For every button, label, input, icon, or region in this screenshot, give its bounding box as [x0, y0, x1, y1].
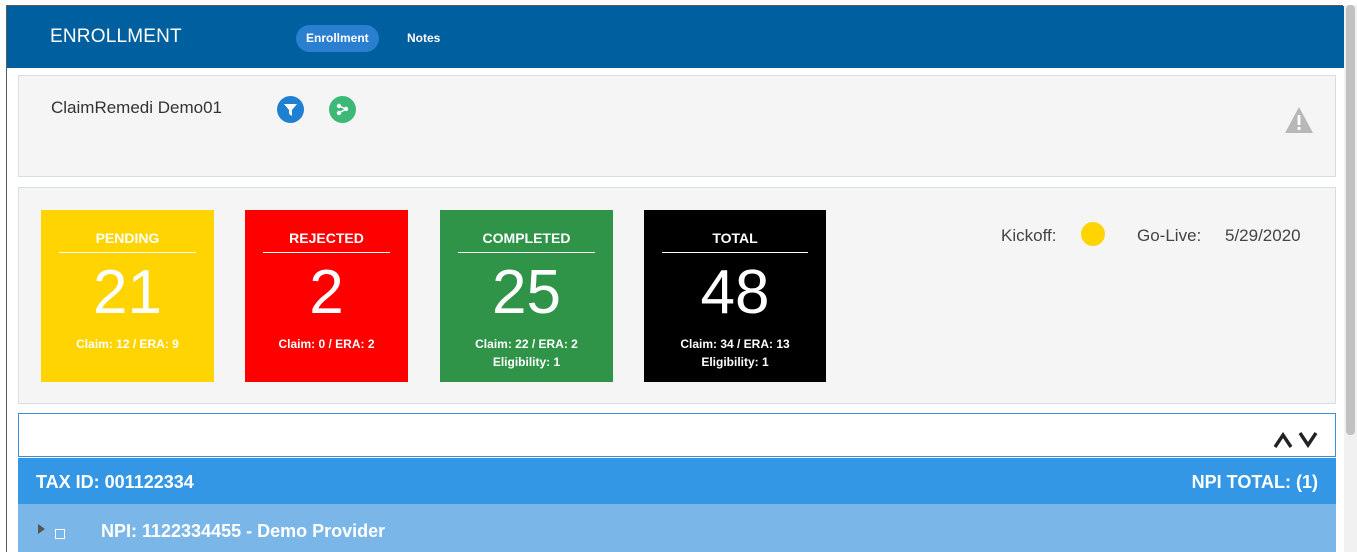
- row-checkbox[interactable]: [55, 529, 65, 539]
- card-title: COMPLETED: [458, 230, 595, 253]
- card-detail: Claim: 0 / ERA: 2: [278, 337, 375, 351]
- golive-label: Go-Live:: [1137, 226, 1202, 245]
- collapse-toolbar: [18, 413, 1336, 457]
- npi-row[interactable]: NPI: 1122334455 - Demo Provider: [18, 504, 1336, 552]
- vertical-scrollbar[interactable]: [1344, 5, 1357, 552]
- card-count: 48: [700, 258, 770, 327]
- kickoff-label: Kickoff:: [1001, 226, 1057, 245]
- pending-card[interactable]: PENDING 21 Claim: 12 / ERA: 9: [41, 210, 214, 382]
- golive-date: 5/29/2020: [1225, 226, 1301, 245]
- completed-card[interactable]: COMPLETED 25 Claim: 22 / ERA: 2 Eligibil…: [440, 210, 613, 382]
- tab-enrollment[interactable]: Enrollment: [296, 25, 379, 52]
- card-count: 25: [492, 258, 561, 327]
- card-title: REJECTED: [263, 230, 390, 253]
- tax-id-label: TAX ID: 001122334: [36, 472, 194, 492]
- app-frame: ENROLLMENT Enrollment Notes ClaimRemedi …: [6, 5, 1344, 552]
- card-title: TOTAL: [662, 230, 808, 253]
- expand-caret-icon[interactable]: [38, 524, 45, 534]
- expand-all-icon[interactable]: [1298, 432, 1318, 453]
- filter-icon[interactable]: [277, 96, 304, 123]
- npi-total-label: NPI TOTAL: (1): [1191, 472, 1318, 492]
- scrollbar-thumb[interactable]: [1346, 5, 1355, 435]
- kickoff-status-dot: [1081, 222, 1105, 246]
- network-icon[interactable]: [329, 96, 356, 123]
- npi-label: NPI: 1122334455 - Demo Provider: [101, 521, 386, 541]
- client-name: ClaimRemedi Demo01: [51, 98, 223, 117]
- card-detail-eligibility: Eligibility: 1: [492, 355, 561, 369]
- card-detail: Claim: 22 / ERA: 2: [475, 337, 578, 351]
- total-card[interactable]: TOTAL 48 Claim: 34 / ERA: 13 Eligibility…: [644, 210, 826, 382]
- client-panel: ClaimRemedi Demo01: [18, 75, 1336, 177]
- card-title: PENDING: [59, 230, 196, 253]
- warning-icon[interactable]: [1284, 106, 1314, 139]
- card-detail: Claim: 34 / ERA: 13: [680, 337, 790, 351]
- stats-panel: PENDING 21 Claim: 12 / ERA: 9 REJECTED 2…: [18, 187, 1336, 404]
- page-title: ENROLLMENT: [50, 26, 182, 47]
- card-detail-eligibility: Eligibility: 1: [701, 355, 769, 369]
- collapse-all-icon[interactable]: [1273, 431, 1293, 453]
- tab-notes[interactable]: Notes: [397, 25, 450, 52]
- card-detail: Claim: 12 / ERA: 9: [76, 337, 179, 351]
- card-count: 2: [309, 258, 344, 327]
- tax-id-bar[interactable]: TAX ID: 001122334 NPI TOTAL: (1): [18, 458, 1336, 504]
- top-bar: ENROLLMENT Enrollment Notes: [7, 6, 1344, 68]
- rejected-card[interactable]: REJECTED 2 Claim: 0 / ERA: 2: [245, 210, 408, 382]
- card-count: 21: [93, 258, 162, 327]
